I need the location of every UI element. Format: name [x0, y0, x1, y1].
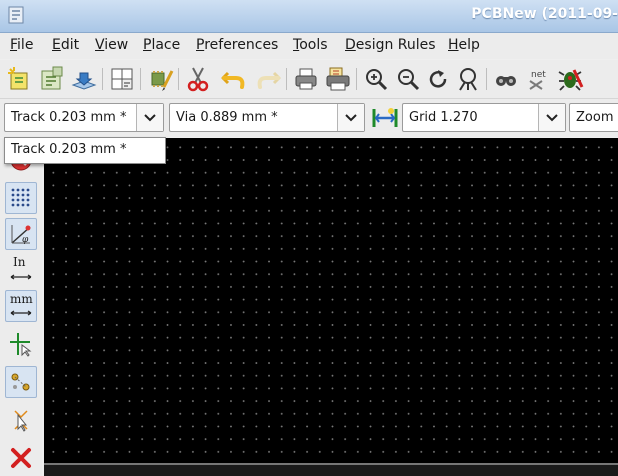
new-board-icon[interactable] — [4, 63, 36, 95]
via-size-select[interactable]: Via 0.889 mm * — [169, 103, 365, 132]
grid-select[interactable]: Grid 1.270 — [402, 103, 566, 132]
menu-design-rules[interactable]: Design Rules — [345, 37, 436, 53]
via-size-value: Via 0.889 mm * — [176, 110, 278, 125]
toolbar-separator — [178, 68, 179, 90]
svg-text:φ: φ — [22, 235, 29, 245]
cut-icon[interactable] — [182, 63, 214, 95]
chevron-down-icon[interactable] — [136, 104, 163, 131]
zoom-select[interactable]: Zoom — [569, 103, 618, 132]
undo-icon[interactable] — [218, 63, 250, 95]
millimeters-label: mm — [10, 292, 33, 306]
redraw-icon[interactable] — [422, 63, 454, 95]
menu-view[interactable]: View — [95, 37, 128, 53]
auto-track-width-icon[interactable] — [369, 102, 401, 134]
svg-text:net: net — [531, 70, 546, 80]
menu-mnemonic: P — [143, 37, 152, 53]
print-icon[interactable] — [290, 63, 322, 95]
options-bar: Track 0.203 mm * Via 0.889 mm * Grid 1.2… — [0, 99, 618, 137]
toolbar-separator — [102, 68, 103, 90]
menu-edit[interactable]: Edit — [52, 37, 79, 53]
track-width-dropdown: Track 0.203 mm * — [4, 137, 166, 164]
menu-mnemonic: E — [52, 37, 61, 53]
toolbar-separator — [486, 68, 487, 90]
menu-mnemonic: P — [196, 37, 205, 53]
title-bar: PCBNew (2011-09- — [0, 0, 618, 33]
left-toolbar: φ In mm — [0, 138, 42, 476]
find-icon[interactable] — [490, 63, 522, 95]
zoom-in-icon[interactable] — [360, 63, 392, 95]
cursor-shape-icon[interactable] — [5, 328, 37, 360]
menu-mnemonic: T — [293, 37, 300, 53]
menu-bar: File Edit View Place Preferences Tools D… — [0, 33, 618, 59]
delete-icon[interactable] — [5, 442, 37, 474]
menu-file-label: ile — [17, 37, 34, 53]
drc-icon[interactable] — [554, 63, 586, 95]
toolbar-separator — [140, 68, 141, 90]
plot-icon[interactable] — [322, 63, 354, 95]
toolbar-separator — [286, 68, 287, 90]
window-title: PCBNew (2011-09- — [471, 6, 618, 22]
chevron-down-icon[interactable] — [337, 104, 364, 131]
millimeters-icon[interactable]: mm — [5, 290, 37, 322]
dropdown-option[interactable]: Track 0.203 mm * — [11, 142, 126, 157]
inches-label: In — [13, 255, 26, 269]
ratsnest-icon[interactable] — [5, 366, 37, 398]
zoom-out-icon[interactable] — [392, 63, 424, 95]
grid-value: Grid 1.270 — [409, 110, 478, 125]
menu-help[interactable]: Help — [448, 37, 480, 53]
track-width-value: Track 0.203 mm * — [11, 110, 127, 125]
chevron-down-icon[interactable] — [538, 104, 565, 131]
zoom-value: Zoom — [576, 110, 614, 125]
inches-icon[interactable]: In — [5, 254, 37, 286]
menu-file[interactable]: File — [10, 37, 33, 53]
module-ratsnest-icon[interactable] — [5, 404, 37, 436]
polar-coords-icon[interactable]: φ — [5, 218, 37, 250]
library-editor-icon[interactable] — [144, 63, 176, 95]
app-icon — [8, 6, 24, 24]
menu-place[interactable]: Place — [143, 37, 180, 53]
open-board-icon[interactable] — [36, 63, 68, 95]
menu-mnemonic: D — [345, 37, 356, 53]
pcb-canvas[interactable] — [44, 138, 618, 463]
netlist-icon[interactable]: net — [522, 63, 554, 95]
menu-file-mnemonic: F — [10, 37, 18, 53]
zoom-fit-icon[interactable] — [452, 63, 484, 95]
redo-icon[interactable] — [252, 63, 284, 95]
track-width-select[interactable]: Track 0.203 mm * — [4, 103, 164, 132]
menu-mnemonic: V — [95, 37, 105, 53]
menu-tools[interactable]: Tools — [293, 37, 328, 53]
menu-preferences[interactable]: Preferences — [196, 37, 278, 53]
toolbar-separator — [356, 68, 357, 90]
grid-toggle-icon[interactable] — [5, 182, 37, 214]
page-settings-icon[interactable] — [106, 63, 138, 95]
save-board-icon[interactable] — [68, 63, 100, 95]
main-toolbar: net — [0, 60, 618, 99]
menu-mnemonic: H — [448, 37, 459, 53]
horizontal-scrollbar[interactable] — [44, 463, 618, 476]
